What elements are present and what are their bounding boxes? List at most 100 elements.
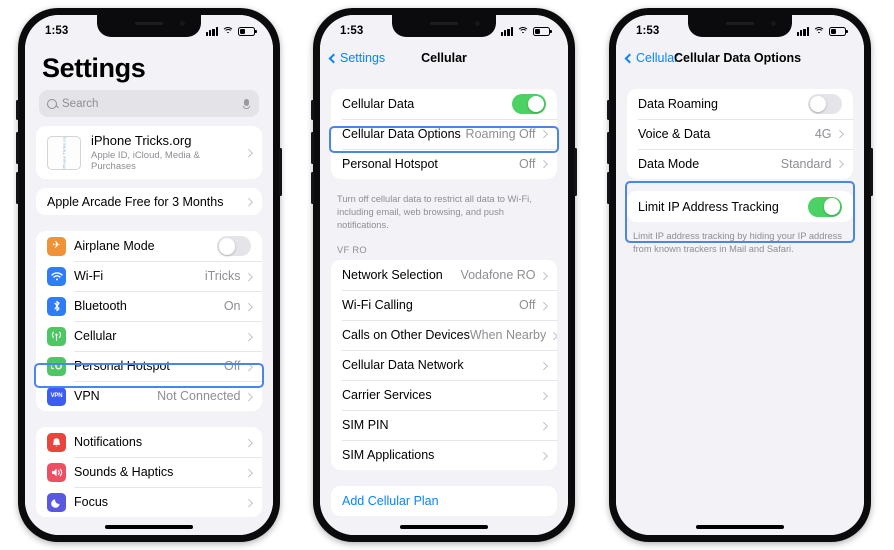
earpiece-speaker	[726, 22, 754, 25]
phone-2-screen: 1:53 Settings Cellular Cellular Data Cel…	[320, 15, 568, 535]
volume-up-button[interactable]	[16, 132, 19, 164]
promo-row[interactable]: Apple Arcade Free for 3 Months	[36, 188, 262, 216]
row-data-roaming[interactable]: Data Roaming	[627, 89, 853, 119]
row-value: Off	[224, 359, 241, 374]
mute-switch[interactable]	[311, 100, 314, 120]
volume-down-button[interactable]	[311, 172, 314, 204]
volume-up-button[interactable]	[311, 132, 314, 164]
row-cellular[interactable]: Cellular	[36, 321, 262, 352]
row-label: Sounds & Haptics	[74, 465, 174, 480]
row-voice-and-data[interactable]: Voice & Data 4G	[627, 119, 853, 149]
row-sounds-haptics[interactable]: Sounds & Haptics	[36, 457, 262, 488]
row-wifi[interactable]: Wi-Fi iTricks	[36, 261, 262, 292]
chevron-right-icon	[539, 301, 548, 310]
chevron-right-icon	[539, 271, 548, 280]
wifi-status-icon	[222, 26, 234, 36]
home-indicator[interactable]	[696, 525, 784, 529]
bluetooth-icon	[47, 296, 66, 316]
row-label: SIM PIN	[342, 418, 389, 433]
data-options-group: Data Roaming Voice & Data 4G Data Mode S…	[627, 89, 853, 179]
phone-3-screen: 1:53 Cellular Cellular Data Options Data…	[616, 15, 864, 535]
row-airplane-mode[interactable]: ✈ Airplane Mode	[36, 231, 262, 262]
apple-id-group: iPhone Tricks.org iPhone Tricks.org Appl…	[36, 126, 262, 180]
row-sim-applications[interactable]: SIM Applications	[331, 440, 557, 471]
row-network-selection[interactable]: Network Selection Vodafone RO	[331, 260, 557, 291]
row-limit-ip-address-tracking[interactable]: Limit IP Address Tracking	[627, 191, 853, 222]
row-vpn[interactable]: VPN VPN Not Connected	[36, 381, 262, 412]
home-indicator[interactable]	[400, 525, 488, 529]
cellular-data-toggle[interactable]	[512, 94, 546, 114]
power-button[interactable]	[574, 148, 577, 196]
row-label: Cellular Data	[342, 97, 415, 111]
chevron-right-icon	[244, 197, 253, 206]
promo-group: Apple Arcade Free for 3 Months	[36, 188, 262, 216]
volume-up-button[interactable]	[607, 132, 610, 164]
status-icons	[500, 26, 552, 36]
avatar-label: iPhone Tricks.org	[61, 135, 67, 170]
row-calls-on-other-devices[interactable]: Calls on Other Devices When Nearby	[331, 320, 557, 351]
back-button[interactable]: Settings	[328, 51, 386, 65]
chevron-right-icon	[244, 332, 253, 341]
row-value: 4G	[814, 127, 832, 141]
notch	[392, 15, 496, 37]
row-bluetooth[interactable]: Bluetooth On	[36, 291, 262, 322]
chevron-right-icon	[539, 160, 548, 168]
search-input[interactable]: Search	[39, 90, 259, 117]
row-cellular-data-options[interactable]: Cellular Data Options Roaming Off	[331, 119, 557, 149]
power-button[interactable]	[279, 148, 282, 196]
notch	[97, 15, 201, 37]
row-label: Personal Hotspot	[74, 359, 170, 374]
chevron-right-icon	[539, 130, 548, 138]
volume-down-button[interactable]	[607, 172, 610, 204]
row-sim-pin[interactable]: SIM PIN	[331, 410, 557, 441]
navigation-bar: Settings Cellular	[320, 43, 568, 73]
mute-switch[interactable]	[607, 100, 610, 120]
wifi-status-icon	[517, 26, 529, 36]
volume-down-button[interactable]	[16, 172, 19, 204]
apple-id-row[interactable]: iPhone Tricks.org iPhone Tricks.org Appl…	[36, 126, 262, 180]
row-personal-hotspot[interactable]: Personal Hotspot Off	[36, 351, 262, 382]
chevron-right-icon	[539, 421, 548, 430]
row-carrier-services[interactable]: Carrier Services	[331, 380, 557, 411]
microphone-icon[interactable]	[243, 98, 250, 109]
chevron-right-icon	[835, 160, 844, 168]
search-container: Search	[25, 90, 273, 126]
chevron-right-icon	[835, 130, 844, 138]
cellular-icon	[47, 326, 66, 346]
notifications-icon	[47, 432, 66, 452]
row-notifications[interactable]: Notifications	[36, 427, 262, 458]
limit-ip-tracking-toggle[interactable]	[808, 196, 842, 217]
vpn-icon: VPN	[47, 386, 66, 406]
row-add-cellular-plan[interactable]: Add Cellular Plan	[331, 486, 557, 517]
phone-1-content: Settings Search iPhone Tricks.org iPhone…	[25, 43, 273, 535]
phone-1-settings: 1:53 Settings Search iPhone Tricks.org i…	[16, 8, 282, 542]
limit-ip-tracking-footnote: Limit IP address tracking by hiding your…	[633, 231, 842, 254]
phone-2-cellular: 1:53 Settings Cellular Cellular Data Cel…	[311, 8, 577, 542]
row-focus[interactable]: Focus	[36, 487, 262, 518]
mute-switch[interactable]	[16, 100, 19, 120]
row-label: Network Selection	[342, 268, 443, 283]
row-data-mode[interactable]: Data Mode Standard	[627, 149, 853, 179]
row-value: Roaming Off	[465, 127, 536, 141]
phone-1-bezel: 1:53 Settings Search iPhone Tricks.org i…	[25, 15, 273, 535]
chevron-right-icon	[244, 468, 253, 477]
airplane-mode-toggle[interactable]	[217, 236, 251, 257]
three-phone-screenshot-stage: 1:53 Settings Search iPhone Tricks.org i…	[0, 0, 894, 550]
row-personal-hotspot[interactable]: Personal Hotspot Off	[331, 149, 557, 179]
promo-label: Apple Arcade Free for 3 Months	[47, 194, 224, 209]
row-wifi-calling[interactable]: Wi-Fi Calling Off	[331, 290, 557, 321]
back-button-label: Settings	[340, 51, 386, 65]
battery-icon	[238, 26, 257, 36]
front-camera	[180, 21, 185, 26]
data-roaming-toggle[interactable]	[808, 94, 842, 114]
back-button[interactable]: Cellular	[624, 51, 678, 65]
page-title: Settings	[42, 53, 146, 83]
chevron-left-icon	[328, 53, 339, 63]
row-cellular-data-network[interactable]: Cellular Data Network	[331, 350, 557, 381]
home-indicator[interactable]	[105, 525, 193, 529]
cellular-signal-icon	[500, 26, 513, 36]
status-clock: 1:53	[45, 25, 69, 37]
row-cellular-data[interactable]: Cellular Data	[331, 89, 557, 119]
power-button[interactable]	[870, 148, 873, 196]
notch	[688, 15, 792, 37]
